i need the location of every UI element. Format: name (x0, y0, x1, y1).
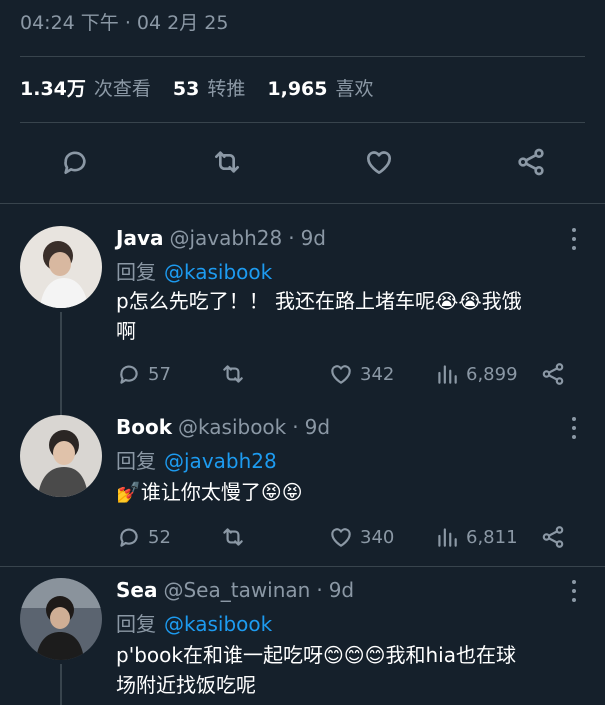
author-name[interactable]: Book (116, 415, 172, 439)
reply-action-bar: 57 342 6,899 (116, 359, 586, 389)
reply-label: 回复 (116, 449, 156, 473)
reply-icon[interactable] (55, 142, 95, 182)
avatar[interactable] (20, 415, 102, 497)
retweet-icon[interactable] (207, 142, 247, 182)
avatar[interactable] (20, 226, 102, 308)
more-options-icon[interactable] (569, 228, 579, 250)
like-button[interactable]: 340 (328, 522, 394, 552)
tweet-timestamp[interactable]: 04:24 下午 · 04 2月 25 (20, 8, 228, 35)
reply-text-line: p怎么先吃了！！ 我还在路上堵车呢😭😭我饿 (116, 289, 522, 313)
author-handle[interactable]: @kasibook (178, 415, 286, 439)
like-count: 340 (360, 526, 395, 548)
share-button[interactable] (540, 522, 572, 552)
reply-label: 回复 (116, 612, 156, 636)
mention-link[interactable]: @javabh28 (164, 449, 277, 473)
reply-button[interactable]: 52 (116, 522, 171, 552)
reply-time[interactable]: 9d (329, 578, 354, 602)
tweet-stats: 1.34万 次查看 53 转推 1,965 喜欢 (20, 74, 396, 101)
reply-item[interactable]: Sea @Sea_tawinan · 9d 回复 @kasibook p'book… (0, 578, 605, 705)
replying-to: 回复 @kasibook (116, 608, 272, 637)
author-handle[interactable]: @javabh28 (169, 226, 282, 250)
share-icon[interactable] (511, 142, 551, 182)
views-count[interactable]: 1.34万 (20, 74, 86, 101)
reply-button[interactable]: 57 (116, 359, 171, 389)
reply-text-line: 场附近找饭吃呢 (116, 673, 256, 697)
thread-line (60, 312, 62, 422)
avatar[interactable] (20, 578, 102, 660)
reply-time[interactable]: 9d (301, 226, 326, 250)
author-name[interactable]: Sea (116, 578, 157, 602)
reply-header: Java @javabh28 · 9d (116, 226, 326, 250)
reply-item[interactable]: Book @kasibook · 9d 回复 @javabh28 💅谁让你太慢了😝… (0, 415, 605, 550)
views-label[interactable]: 次查看 (94, 74, 151, 101)
divider (20, 56, 585, 57)
reply-item[interactable]: Java @javabh28 · 9d 回复 @kasibook p怎么先吃了！！… (0, 226, 605, 422)
likes-label[interactable]: 喜欢 (335, 74, 373, 101)
reply-text: 💅谁让你太慢了😝😝 (116, 477, 586, 507)
reply-text: p'book在和谁一起吃呀😊😊😊我和hia也在球 场附近找饭吃呢 (116, 640, 586, 700)
author-handle[interactable]: @Sea_tawinan (163, 578, 310, 602)
reply-text-line: 啊 (116, 319, 136, 343)
reply-text: p怎么先吃了！！ 我还在路上堵车呢😭😭我饿 啊 (116, 286, 586, 346)
views-count: 6,811 (466, 526, 518, 548)
separator-dot: · (292, 415, 299, 439)
reply-header: Sea @Sea_tawinan · 9d (116, 578, 354, 602)
retweet-button[interactable] (220, 359, 252, 389)
divider (20, 122, 585, 123)
tweet-action-bar (0, 142, 605, 182)
replying-to: 回复 @kasibook (116, 256, 272, 285)
replying-to: 回复 @javabh28 (116, 445, 277, 474)
retweets-count[interactable]: 53 (173, 78, 199, 100)
reply-text-line: 💅谁让你太慢了😝😝 (116, 480, 303, 504)
divider (0, 566, 605, 567)
mention-link[interactable]: @kasibook (164, 260, 272, 284)
like-icon[interactable] (359, 142, 399, 182)
divider (0, 203, 605, 204)
author-name[interactable]: Java (116, 226, 163, 250)
like-count: 342 (360, 363, 395, 385)
more-options-icon[interactable] (569, 417, 579, 439)
reply-header: Book @kasibook · 9d (116, 415, 330, 439)
separator-dot: · (288, 226, 295, 250)
reply-count: 52 (148, 526, 171, 548)
views-button[interactable]: 6,811 (434, 522, 518, 552)
likes-count[interactable]: 1,965 (267, 78, 327, 100)
retweet-button[interactable] (220, 522, 252, 552)
separator-dot: · (316, 578, 323, 602)
more-options-icon[interactable] (569, 580, 579, 602)
reply-text-line: p'book在和谁一起吃呀😊😊😊我和hia也在球 (116, 643, 516, 667)
retweets-label[interactable]: 转推 (207, 74, 245, 101)
mention-link[interactable]: @kasibook (164, 612, 272, 636)
reply-label: 回复 (116, 260, 156, 284)
reply-time[interactable]: 9d (305, 415, 330, 439)
share-button[interactable] (540, 359, 572, 389)
reply-count: 57 (148, 363, 171, 385)
views-button[interactable]: 6,899 (434, 359, 518, 389)
reply-action-bar: 52 340 6,811 (116, 522, 586, 552)
thread-line (60, 664, 62, 705)
like-button[interactable]: 342 (328, 359, 394, 389)
views-count: 6,899 (466, 363, 518, 385)
